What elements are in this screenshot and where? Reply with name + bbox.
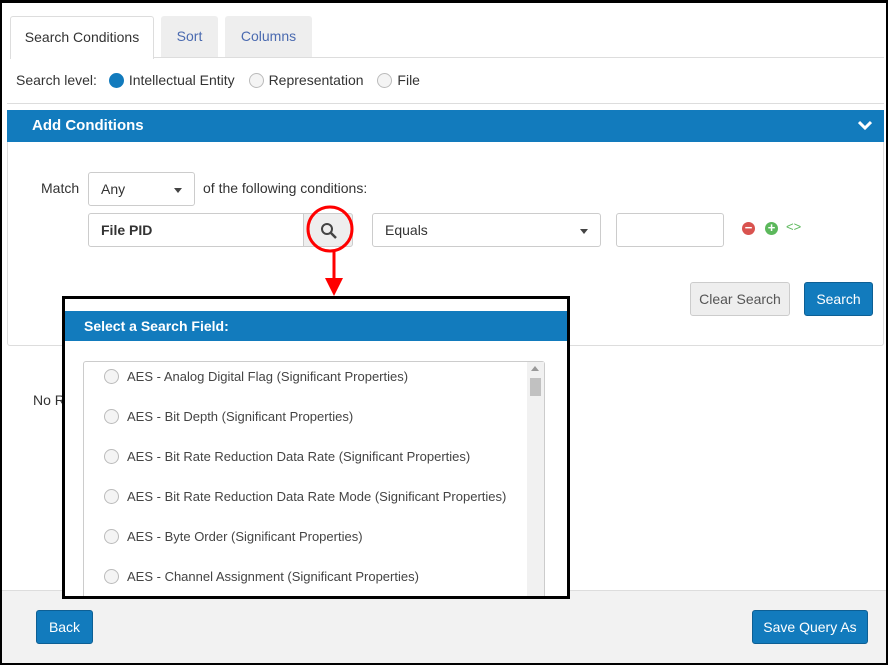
screenshot-frame: [0, 0, 888, 665]
